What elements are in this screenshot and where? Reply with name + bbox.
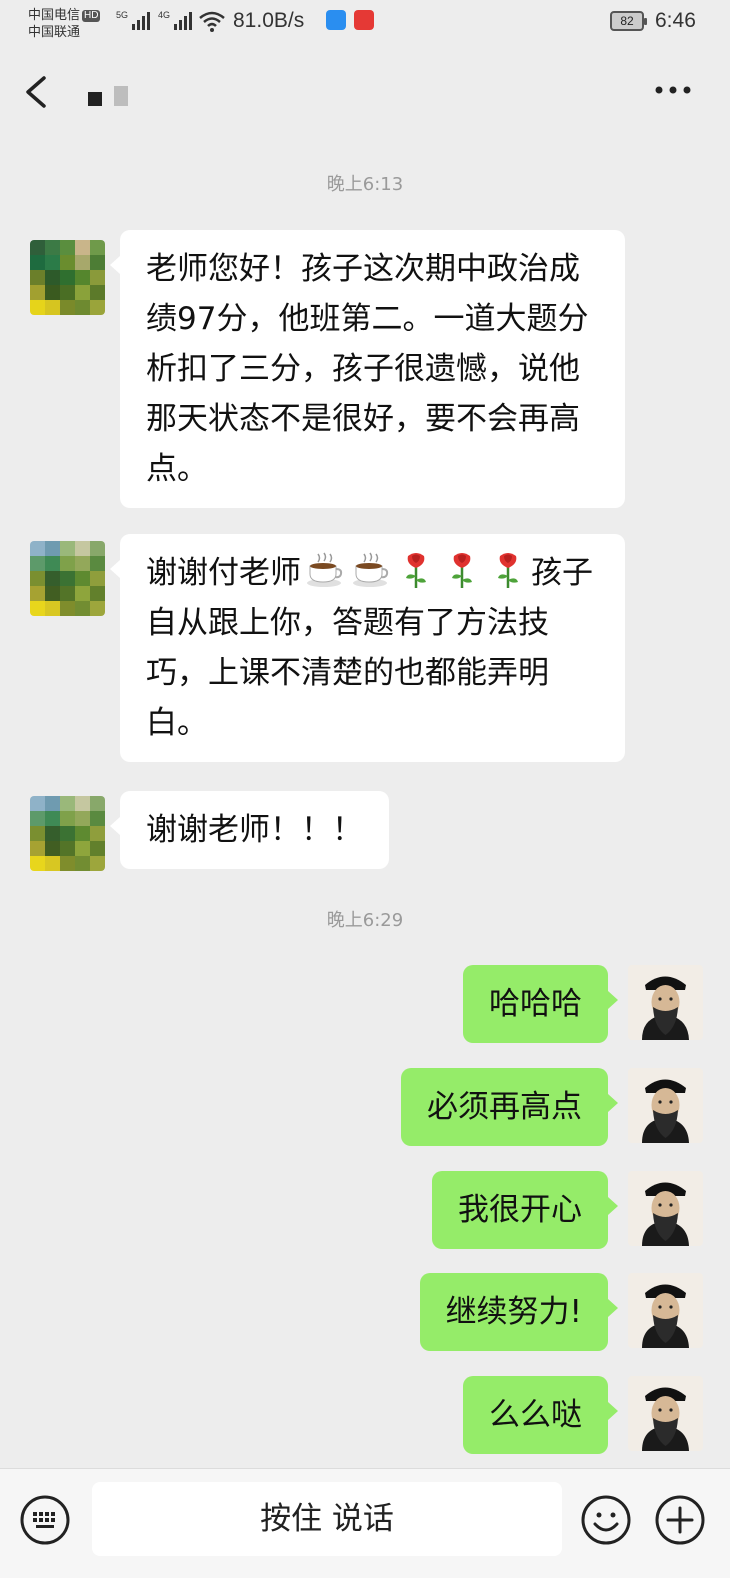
message-text: 谢谢老师！！！ bbox=[146, 812, 363, 848]
hold-to-talk-button[interactable]: 按住 说话 bbox=[92, 1482, 562, 1556]
clock: 6:46 bbox=[655, 9, 696, 32]
message-text: 继续努力! bbox=[445, 1294, 582, 1330]
keyboard-icon[interactable] bbox=[19, 1494, 71, 1546]
carrier-info: 中国电信 HD 中国联通 bbox=[28, 6, 101, 40]
plus-icon[interactable] bbox=[654, 1494, 706, 1546]
message-text: 老师您好！孩子这次期中政治成绩97分，他班第二。一道大题分析扣了三分，孩子很遗憾… bbox=[146, 251, 589, 487]
signal-5g-icon bbox=[132, 12, 150, 30]
wifi-icon bbox=[199, 11, 225, 32]
rose-emoji-icon bbox=[498, 553, 518, 588]
message-bubble-incoming[interactable]: 谢谢老师！！！ bbox=[110, 791, 389, 869]
message-bubble-incoming[interactable]: 谢谢付老师 孩子自从跟上你，答题有了方法技巧，上课不清楚的也都能弄明白。 bbox=[110, 534, 625, 762]
status-bar: 中国电信 HD 中国联通 5G 4G 81.0B/s 82 6:46 bbox=[0, 0, 730, 48]
battery-level: 82 bbox=[620, 14, 634, 28]
rose-emoji-icon bbox=[452, 553, 472, 588]
my-avatar[interactable] bbox=[628, 965, 703, 1040]
huawei-notification-icon bbox=[354, 10, 374, 30]
timestamp: 晚上6:29 bbox=[326, 910, 404, 931]
battery-icon: 82 bbox=[610, 11, 647, 31]
contact-name-pixelated bbox=[88, 86, 128, 106]
message-bubble-outgoing[interactable]: 哈哈哈 bbox=[463, 965, 618, 1043]
avatar[interactable] bbox=[30, 541, 105, 616]
net-speed: 81.0B/s bbox=[233, 9, 305, 32]
signal-5g-label: 5G bbox=[116, 10, 129, 20]
app-notification-icon bbox=[326, 10, 346, 30]
message-text: 么么哒 bbox=[489, 1397, 582, 1433]
avatar[interactable] bbox=[30, 796, 105, 871]
message-text: 我很开心 bbox=[458, 1192, 582, 1228]
hd-badge: HD bbox=[82, 10, 101, 22]
message-text: 必须再高点 bbox=[427, 1089, 582, 1125]
more-dots-icon[interactable] bbox=[653, 80, 693, 100]
smiley-icon[interactable] bbox=[580, 1494, 632, 1546]
my-avatar[interactable] bbox=[628, 1376, 703, 1451]
back-arrow-icon[interactable] bbox=[22, 74, 50, 110]
chat-header bbox=[0, 48, 730, 136]
signal-4g-icon bbox=[174, 12, 192, 30]
input-bar: 按住 说话 bbox=[0, 1468, 730, 1578]
message-bubble-outgoing[interactable]: 么么哒 bbox=[463, 1376, 618, 1454]
carrier-2: 中国联通 bbox=[28, 24, 81, 39]
message-bubble-outgoing[interactable]: 必须再高点 bbox=[401, 1068, 618, 1146]
message-bubble-incoming[interactable]: 老师您好！孩子这次期中政治成绩97分，他班第二。一道大题分析扣了三分，孩子很遗憾… bbox=[110, 230, 625, 508]
coffee-emoji-icon bbox=[353, 552, 389, 587]
message-bubble-outgoing[interactable]: 我很开心 bbox=[432, 1171, 618, 1249]
my-avatar[interactable] bbox=[628, 1068, 703, 1143]
my-avatar[interactable] bbox=[628, 1171, 703, 1246]
timestamp: 晚上6:13 bbox=[326, 174, 404, 195]
avatar[interactable] bbox=[30, 240, 105, 315]
signal-4g-label: 4G bbox=[158, 10, 171, 20]
message-bubble-outgoing[interactable]: 继续努力! bbox=[419, 1273, 619, 1351]
rose-emoji-icon bbox=[406, 553, 426, 588]
coffee-emoji-icon bbox=[307, 552, 343, 587]
message-text: 哈哈哈 bbox=[489, 986, 582, 1022]
my-avatar[interactable] bbox=[628, 1273, 703, 1348]
carrier-1: 中国电信 bbox=[28, 7, 81, 22]
message-text-prefix: 谢谢付老师 bbox=[146, 555, 301, 591]
